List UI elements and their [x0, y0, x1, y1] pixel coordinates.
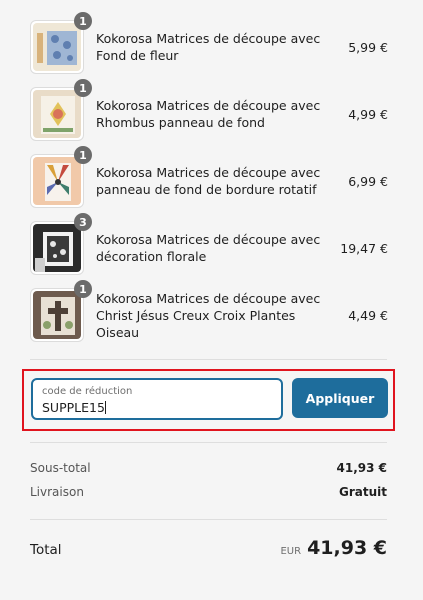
cross-plants-bird-die-icon: [33, 291, 81, 339]
discount-code-input[interactable]: SUPPLE15: [42, 400, 106, 415]
currency-code: EUR: [280, 546, 302, 557]
product-price: 19,47 €: [340, 240, 388, 256]
product-name: Kokorosa Matrices de découpe avec décora…: [96, 232, 321, 264]
cart-item: 1 Kokorosa Matrices de découpe avec Fond…: [30, 12, 388, 75]
shipping-label: Livraison: [30, 485, 84, 499]
product-price: 4,49 €: [348, 307, 388, 323]
cart-item: 1 Kokorosa Matrices de découpe avec Rhom…: [30, 79, 388, 142]
rotating-border-panel-die-icon: [33, 157, 81, 205]
shipping-value: Gratuit: [339, 485, 387, 499]
product-name: Kokorosa Matrices de découpe avec Christ…: [96, 290, 321, 340]
rhombus-panel-die-icon: [33, 90, 81, 138]
product-name: Kokorosa Matrices de découpe avec pannea…: [96, 165, 321, 197]
discount-code-label: code de réduction: [42, 386, 133, 397]
discount-code-value: SUPPLE15: [42, 400, 105, 415]
cart-item: 1 Kokorosa Matrices de découpe avec pann…: [30, 146, 388, 209]
text-caret: [104, 401, 106, 414]
cart-item: 3 Kokorosa Matrices de découpe avec déco…: [30, 213, 388, 276]
quantity-badge: 1: [74, 79, 92, 97]
cart-item: 1 Kokorosa Matrices de découpe avec Chri…: [30, 280, 388, 343]
shipping-row: Livraison Gratuit: [30, 485, 387, 499]
total-value: 41,93 €: [307, 537, 387, 559]
product-thumbnail: 1: [30, 280, 92, 342]
divider: [30, 359, 387, 360]
product-name: Kokorosa Matrices de découpe avec Fond d…: [96, 31, 321, 63]
quantity-badge: 1: [74, 12, 92, 30]
product-price: 4,99 €: [348, 106, 388, 122]
floral-decoration-die-icon: [33, 224, 81, 272]
quantity-badge: 1: [74, 146, 92, 164]
total-label: Total: [30, 542, 62, 558]
product-thumbnail: 1: [30, 12, 92, 74]
product-thumbnail: 3: [30, 213, 92, 275]
total-row: Total EUR 41,93 €: [30, 537, 387, 559]
product-name: Kokorosa Matrices de découpe avec Rhombu…: [96, 98, 321, 130]
discount-code-section: code de réduction SUPPLE15 Appliquer: [22, 369, 395, 431]
flower-background-die-icon: [33, 23, 81, 71]
product-thumbnail: 1: [30, 146, 92, 208]
total-amount-group: EUR 41,93 €: [280, 537, 387, 559]
product-price: 6,99 €: [348, 173, 388, 189]
product-price: 5,99 €: [348, 39, 388, 55]
divider: [30, 442, 387, 443]
discount-code-field[interactable]: code de réduction SUPPLE15: [31, 378, 283, 420]
subtotal-value: 41,93 €: [336, 461, 387, 475]
subtotal-row: Sous-total 41,93 €: [30, 461, 387, 475]
quantity-badge: 3: [74, 213, 92, 231]
divider: [30, 519, 387, 520]
quantity-badge: 1: [74, 280, 92, 298]
subtotal-label: Sous-total: [30, 461, 91, 475]
apply-discount-button[interactable]: Appliquer: [292, 378, 388, 418]
product-thumbnail: 1: [30, 79, 92, 141]
